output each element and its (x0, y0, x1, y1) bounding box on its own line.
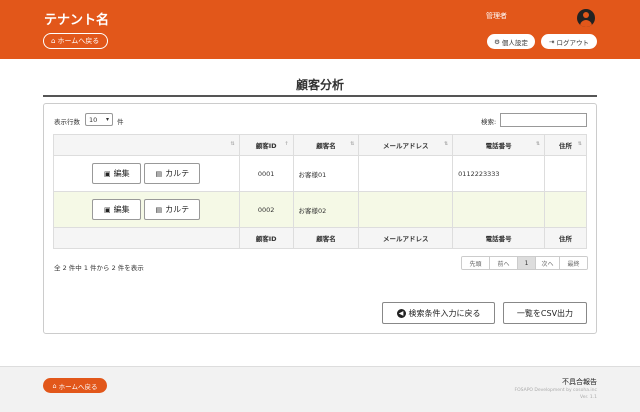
pager-current[interactable]: 1 (518, 257, 536, 269)
cell-address (544, 155, 587, 192)
csv-export-button[interactable]: 一覧をCSV出力 (503, 302, 587, 324)
pager-last[interactable]: 最終 (560, 257, 587, 269)
home-icon: ⌂ (52, 381, 57, 390)
footer-divider (0, 366, 640, 367)
edit-button[interactable]: ▣ 編集 (92, 199, 142, 220)
clipboard-icon: ▤ (155, 205, 163, 214)
pager-next[interactable]: 次へ (536, 257, 560, 269)
column-header-name[interactable]: 顧客名 ⇅ (292, 134, 360, 156)
cell-email (358, 191, 454, 228)
length-suffix: 件 (117, 118, 124, 126)
column-header-address[interactable]: 住所 ⇅ (544, 134, 587, 156)
footer-header-name: 顧客名 (292, 227, 360, 249)
cell-tel (452, 191, 546, 228)
logout-button[interactable]: ⇥ ログアウト (541, 34, 597, 49)
home-button-label: ホームへ戻る (57, 37, 100, 45)
length-select-value: 10 (89, 115, 98, 124)
page-title: 顧客分析 (295, 78, 344, 92)
copyright: FOSAPO Development by cosoha.inc (514, 388, 597, 393)
sort-icon: ⇅ (230, 141, 235, 147)
column-header-email[interactable]: メールアドレス ⇅ (358, 134, 454, 156)
logout-label: ログアウト (556, 38, 589, 47)
column-header-actions[interactable]: ⇅ (53, 134, 240, 156)
gear-icon: ⚙ (494, 37, 500, 46)
table-row: ▣ 編集 ▤ カルテ 0001 お客様01 0112223333 (53, 155, 587, 192)
pager-first[interactable]: 先頭 (462, 257, 490, 269)
sort-icon: ⇅ (350, 141, 355, 147)
footer-home-label: ホームへ戻る (58, 382, 98, 391)
pager-prev[interactable]: 前へ (490, 257, 518, 269)
sort-icon: ⇅ (535, 141, 541, 147)
profile-settings-label: 個人設定 (501, 38, 528, 47)
footer-header-tel: 電話番号 (452, 227, 546, 249)
search-label: 検索: (481, 118, 497, 126)
table-info: 全 2 件中 1 件から 2 件を表示 (54, 264, 144, 272)
karte-button[interactable]: ▤ カルテ (144, 163, 201, 184)
cell-address (544, 191, 587, 228)
chevron-down-icon: ▾ (105, 116, 109, 123)
column-header-tel[interactable]: 電話番号 ⇅ (452, 134, 546, 156)
length-label: 表示行数 (54, 118, 80, 126)
cell-id: 0002 (238, 191, 294, 228)
cell-tel: 0112223333 (452, 155, 546, 192)
cell-id: 0001 (238, 155, 294, 192)
footer-header-address: 住所 (544, 227, 587, 249)
customer-table: ⇅ 顧客ID ↑ 顧客名 ⇅ メールアドレス ⇅ 電話番号 ⇅ 住所 ⇅ ▣ 編集 ▤ カルテ … (53, 134, 587, 249)
title-divider (43, 95, 597, 97)
footer-home-button[interactable]: ⌂ ホームへ戻る (43, 378, 107, 393)
search-input[interactable] (500, 113, 587, 127)
edit-button[interactable]: ▣ 編集 (92, 163, 142, 184)
home-icon: ⌂ (51, 37, 56, 45)
length-select[interactable]: 10 ▾ (85, 113, 113, 126)
cell-email (358, 155, 454, 192)
karte-button[interactable]: ▤ カルテ (144, 199, 201, 220)
footer-header-id: 顧客ID (238, 227, 294, 249)
tenant-name: テナント名 (44, 13, 110, 28)
footer-header-actions (53, 227, 240, 249)
footer-header-email: メールアドレス (358, 227, 454, 249)
sort-asc-icon: ↑ (284, 141, 289, 147)
arrow-left-circle-icon: ◀ (396, 308, 406, 318)
sort-icon: ⇅ (577, 141, 582, 147)
clipboard-icon: ▤ (155, 169, 163, 178)
back-to-search-button[interactable]: ◀ 検索条件入力に戻る (382, 302, 495, 324)
defect-report-link[interactable]: 不具合報告 (562, 377, 597, 387)
pagination: 先頭 前へ 1 次へ 最終 (461, 256, 588, 270)
user-avatar-icon[interactable] (577, 9, 595, 27)
back-to-search-label: 検索条件入力に戻る (408, 308, 481, 318)
version: Ver. 1.1 (580, 395, 597, 400)
cell-name: お客様01 (292, 155, 360, 192)
table-row: ▣ 編集 ▤ カルテ 0002 お客様02 (53, 191, 587, 228)
cell-name: お客様02 (292, 191, 360, 228)
admin-name: 管理者 (486, 12, 507, 20)
profile-settings-button[interactable]: ⚙ 個人設定 (487, 34, 535, 49)
id-card-icon: ▣ (104, 169, 111, 178)
id-card-icon: ▣ (104, 205, 111, 214)
home-button[interactable]: ⌂ ホームへ戻る (43, 33, 109, 49)
logout-icon: ⇥ (549, 37, 555, 46)
column-header-id[interactable]: 顧客ID ↑ (238, 134, 294, 156)
sort-icon: ⇅ (443, 141, 449, 147)
